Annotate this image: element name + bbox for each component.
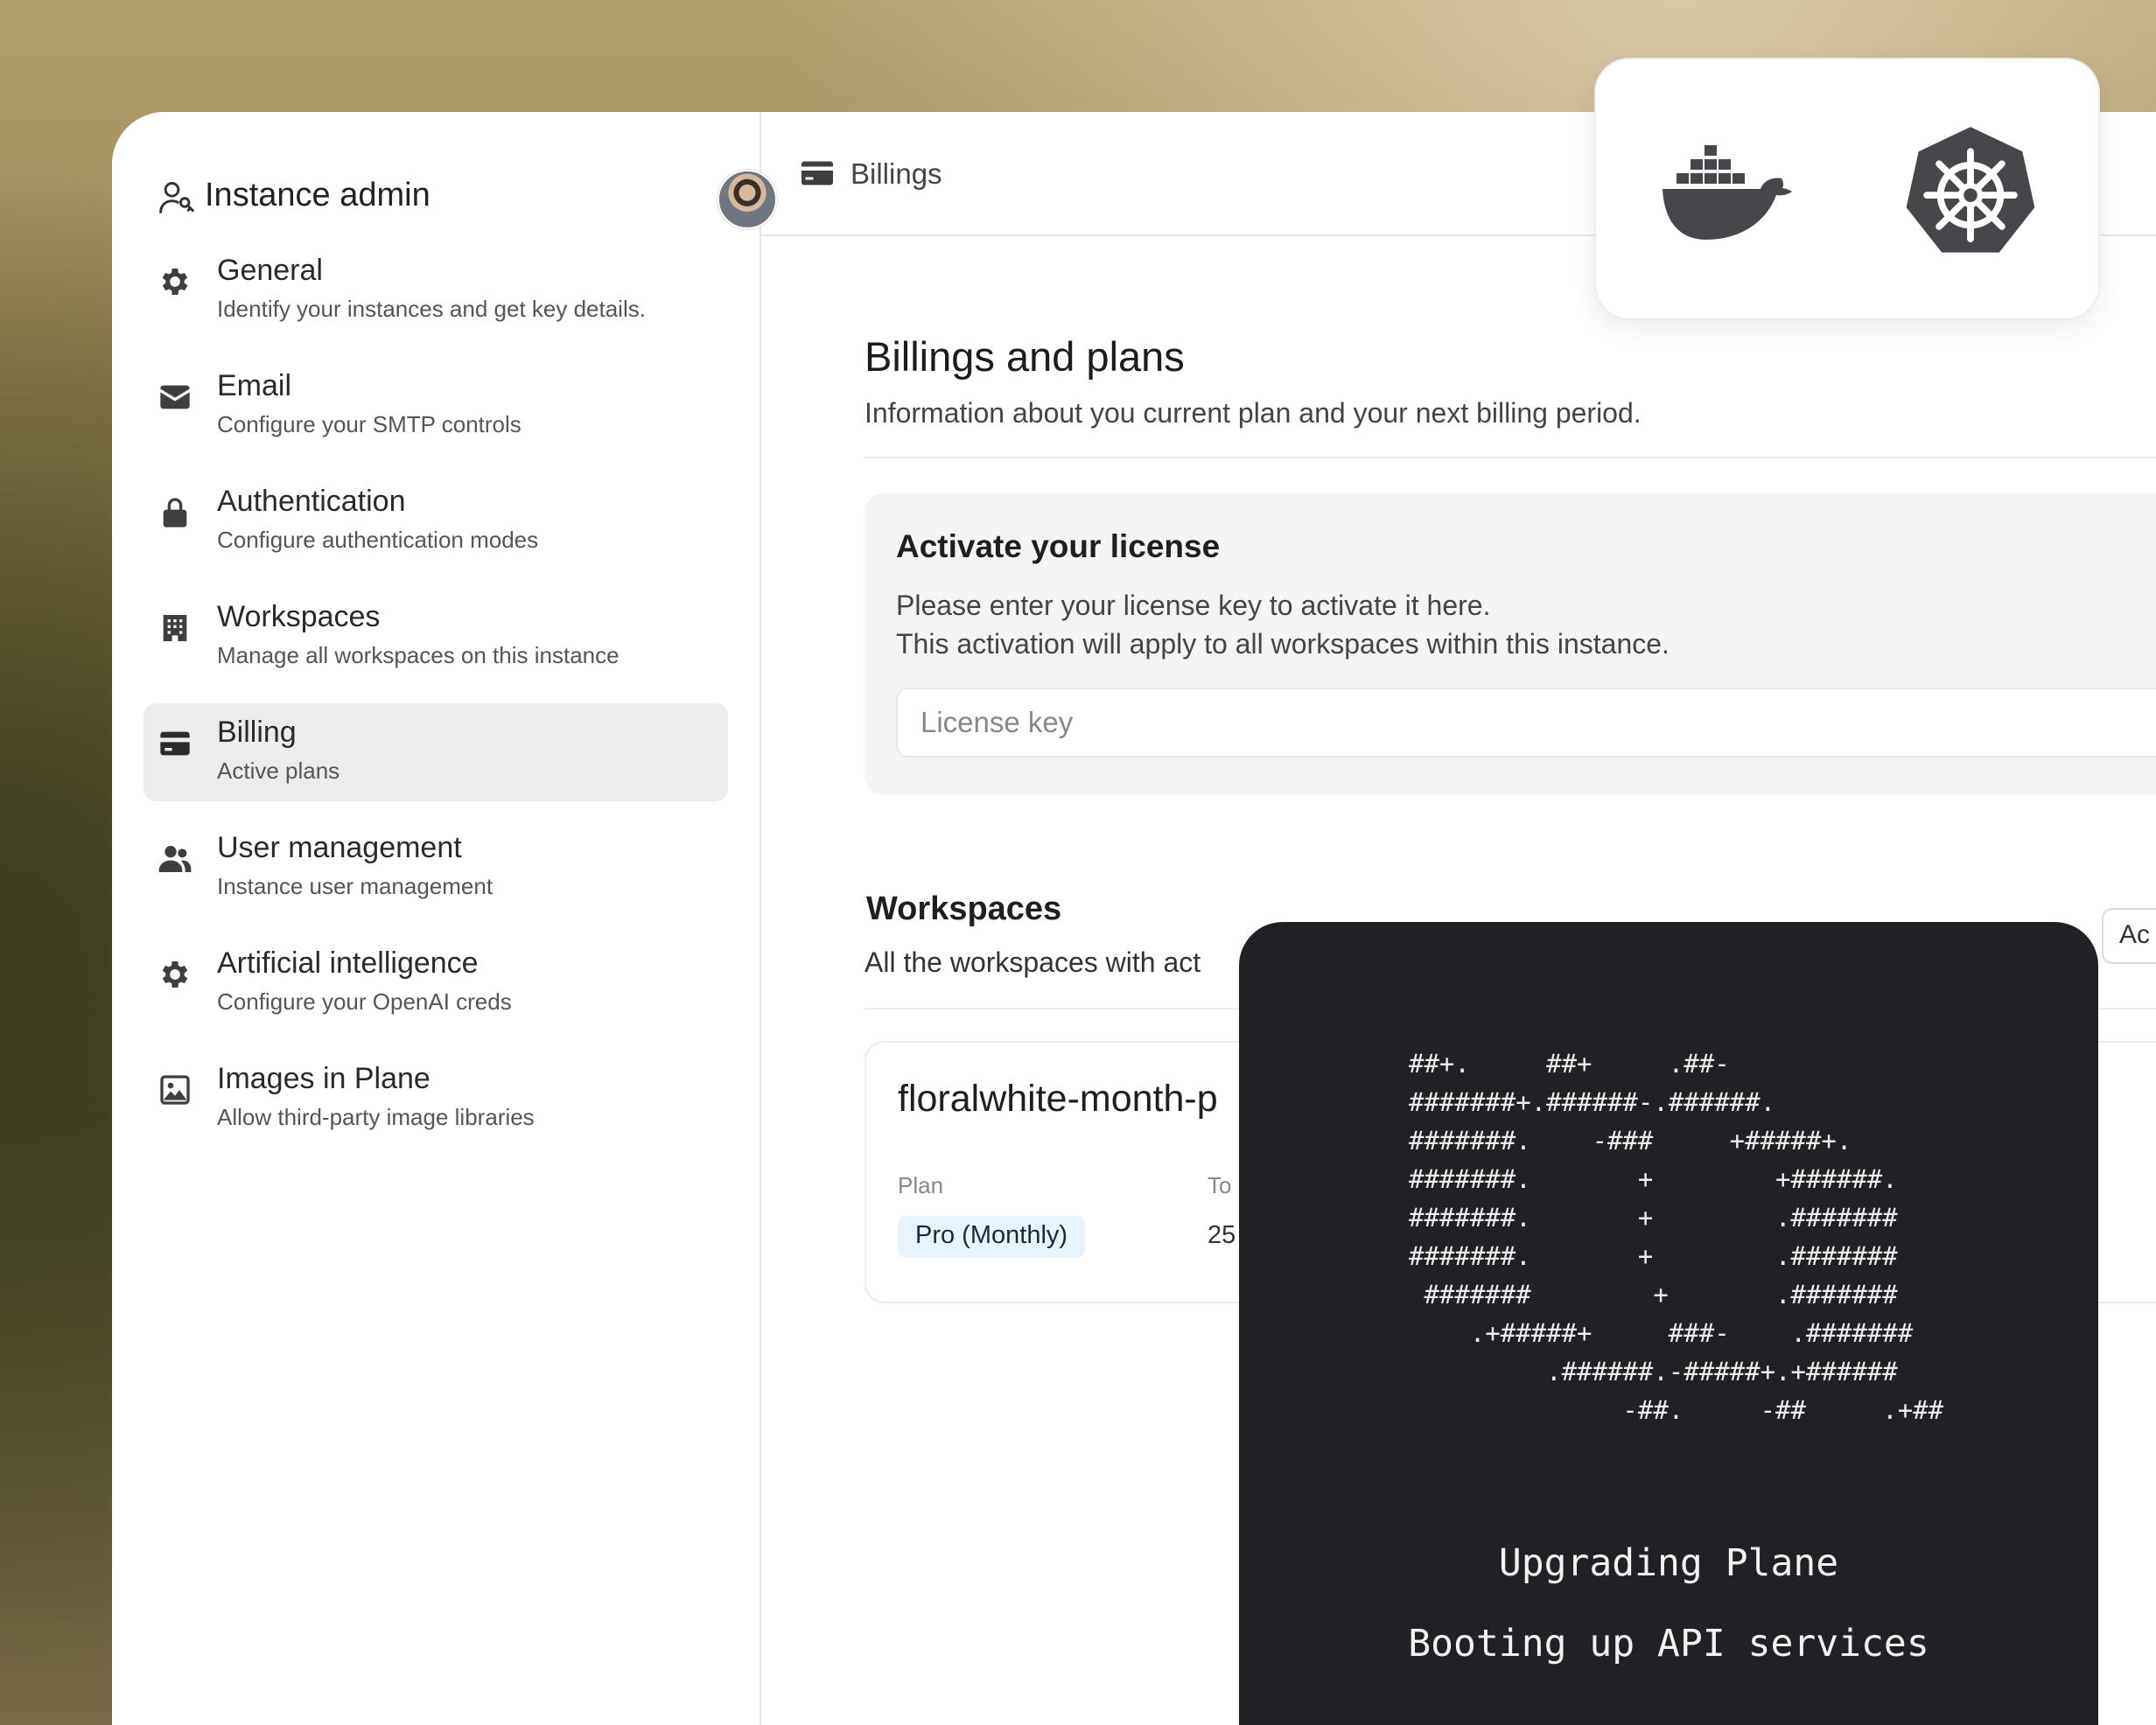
workspaces-subtitle: All the workspaces with act	[864, 946, 1201, 978]
gear-icon	[162, 269, 188, 295]
sidebar-item-workspaces[interactable]: Workspaces Manage all workspaces on this…	[144, 588, 728, 686]
breadcrumb: Billings	[850, 157, 942, 190]
sidebar-item-label: General	[217, 254, 323, 287]
credit-card-icon	[802, 161, 833, 185]
plan-badge: Pro (Monthly)	[898, 1216, 1086, 1258]
sidebar-item-desc: Configure authentication modes	[217, 527, 539, 553]
sidebar-item-desc: Identify your instances and get key deta…	[217, 296, 646, 322]
building-icon	[163, 615, 187, 641]
license-description: Please enter your license key to activat…	[896, 590, 1491, 621]
sidebar-item-images-in-plane[interactable]: Images in Plane Allow third-party image …	[144, 1050, 728, 1148]
license-key-input[interactable]	[896, 688, 2156, 758]
license-description-2: This activation will apply to all worksp…	[896, 628, 1670, 660]
user-key-icon	[159, 182, 194, 213]
total-value: 25	[1208, 1221, 1236, 1249]
sidebar-item-label: Images in Plane	[217, 1062, 430, 1095]
sidebar-item-desc: Active plans	[217, 758, 340, 784]
sidebar-item-label: Workspaces	[217, 600, 381, 633]
page-subtitle: Information about you current plan and y…	[864, 397, 1642, 429]
sidebar-header: Instance admin	[158, 147, 777, 234]
sidebar-item-artificial-intelligence[interactable]: Artificial intelligence Configure your O…	[144, 934, 728, 1032]
terminal-status-title: Upgrading Plane	[1498, 1541, 1839, 1585]
license-card: Activate your license Please enter your …	[864, 493, 2156, 794]
upgrade-terminal: ##+. ##+ .##- #######+.######-.######. #…	[1239, 922, 2098, 1725]
sidebar-item-label: Authentication	[217, 485, 406, 518]
total-label: To	[1208, 1172, 1232, 1198]
envelope-icon	[160, 385, 190, 409]
sidebar-nav: General Identify your instances and get …	[144, 241, 728, 1165]
activate-button[interactable]: Ac	[2102, 908, 2156, 964]
image-icon	[160, 1075, 190, 1105]
workspaces-title: Workspaces	[866, 890, 1062, 927]
deployment-logos-card	[1594, 58, 2100, 320]
users-icon	[158, 846, 192, 872]
sidebar-item-label: User management	[217, 831, 462, 864]
divider	[864, 457, 2156, 458]
terminal-status-detail: Booting up API services	[1408, 1622, 1929, 1666]
sidebar-item-general[interactable]: General Identify your instances and get …	[144, 241, 728, 339]
page-title: Billings and plans	[864, 333, 1185, 380]
kubernetes-logo	[1906, 127, 2035, 253]
docker-logo	[1662, 145, 1792, 240]
sidebar-item-desc: Manage all workspaces on this instance	[217, 642, 620, 668]
sidebar-item-email[interactable]: Email Configure your SMTP controls	[144, 357, 728, 455]
gear-icon	[162, 961, 188, 988]
credit-card-icon	[160, 731, 190, 756]
license-title: Activate your license	[896, 528, 1221, 564]
sidebar-item-desc: Instance user management	[217, 873, 494, 899]
lock-icon	[163, 498, 187, 527]
sidebar-item-desc: Allow third-party image libraries	[217, 1104, 535, 1130]
sidebar-item-billing[interactable]: Billing Active plans	[144, 703, 728, 801]
sidebar-item-desc: Configure your SMTP controls	[217, 411, 522, 437]
sidebar-item-desc: Configure your OpenAI creds	[217, 988, 512, 1015]
sidebar-item-label: Billing	[217, 716, 297, 749]
sidebar-item-user-management[interactable]: User management Instance user management	[144, 819, 728, 917]
plane-ascii-logo: ##+. ##+ .##- #######+.######-.######. #…	[1409, 1049, 1944, 1425]
sidebar-item-label: Artificial intelligence	[217, 946, 479, 980]
sidebar-item-authentication[interactable]: Authentication Configure authentication …	[144, 472, 728, 570]
workspace-name: floralwhite-month-p	[898, 1078, 1218, 1120]
plan-label: Plan	[898, 1172, 944, 1198]
sidebar-title: Instance admin	[205, 177, 430, 213]
sidebar-item-label: Email	[217, 369, 292, 402]
sidebar: Instance admin General Identify your ins…	[112, 112, 777, 1725]
